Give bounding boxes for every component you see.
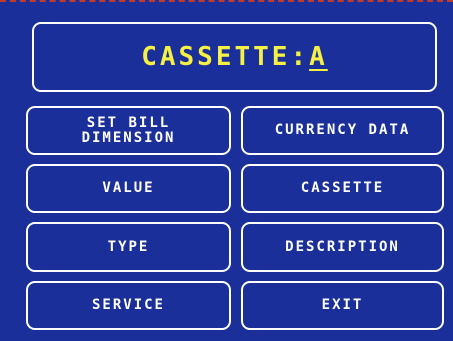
cassette-title-panel: CASSETTE:A	[32, 22, 437, 92]
cassette-title-label: CASSETTE:	[141, 42, 310, 72]
type-button[interactable]: TYPE	[26, 222, 231, 272]
description-button[interactable]: DESCRIPTION	[241, 222, 444, 272]
cassette-button[interactable]: CASSETTE	[241, 164, 444, 213]
service-button[interactable]: SERVICE	[26, 281, 231, 330]
cassette-title-value: A	[309, 42, 328, 72]
set-bill-dimension-button[interactable]: SET BILL DIMENSION	[26, 106, 231, 155]
atm-screen: CASSETTE:A SET BILL DIMENSION CURRENCY D…	[0, 0, 453, 341]
currency-data-button[interactable]: CURRENCY DATA	[241, 106, 444, 155]
cassette-title: CASSETTE:A	[141, 42, 328, 72]
value-button[interactable]: VALUE	[26, 164, 231, 213]
exit-button[interactable]: EXIT	[241, 281, 444, 330]
